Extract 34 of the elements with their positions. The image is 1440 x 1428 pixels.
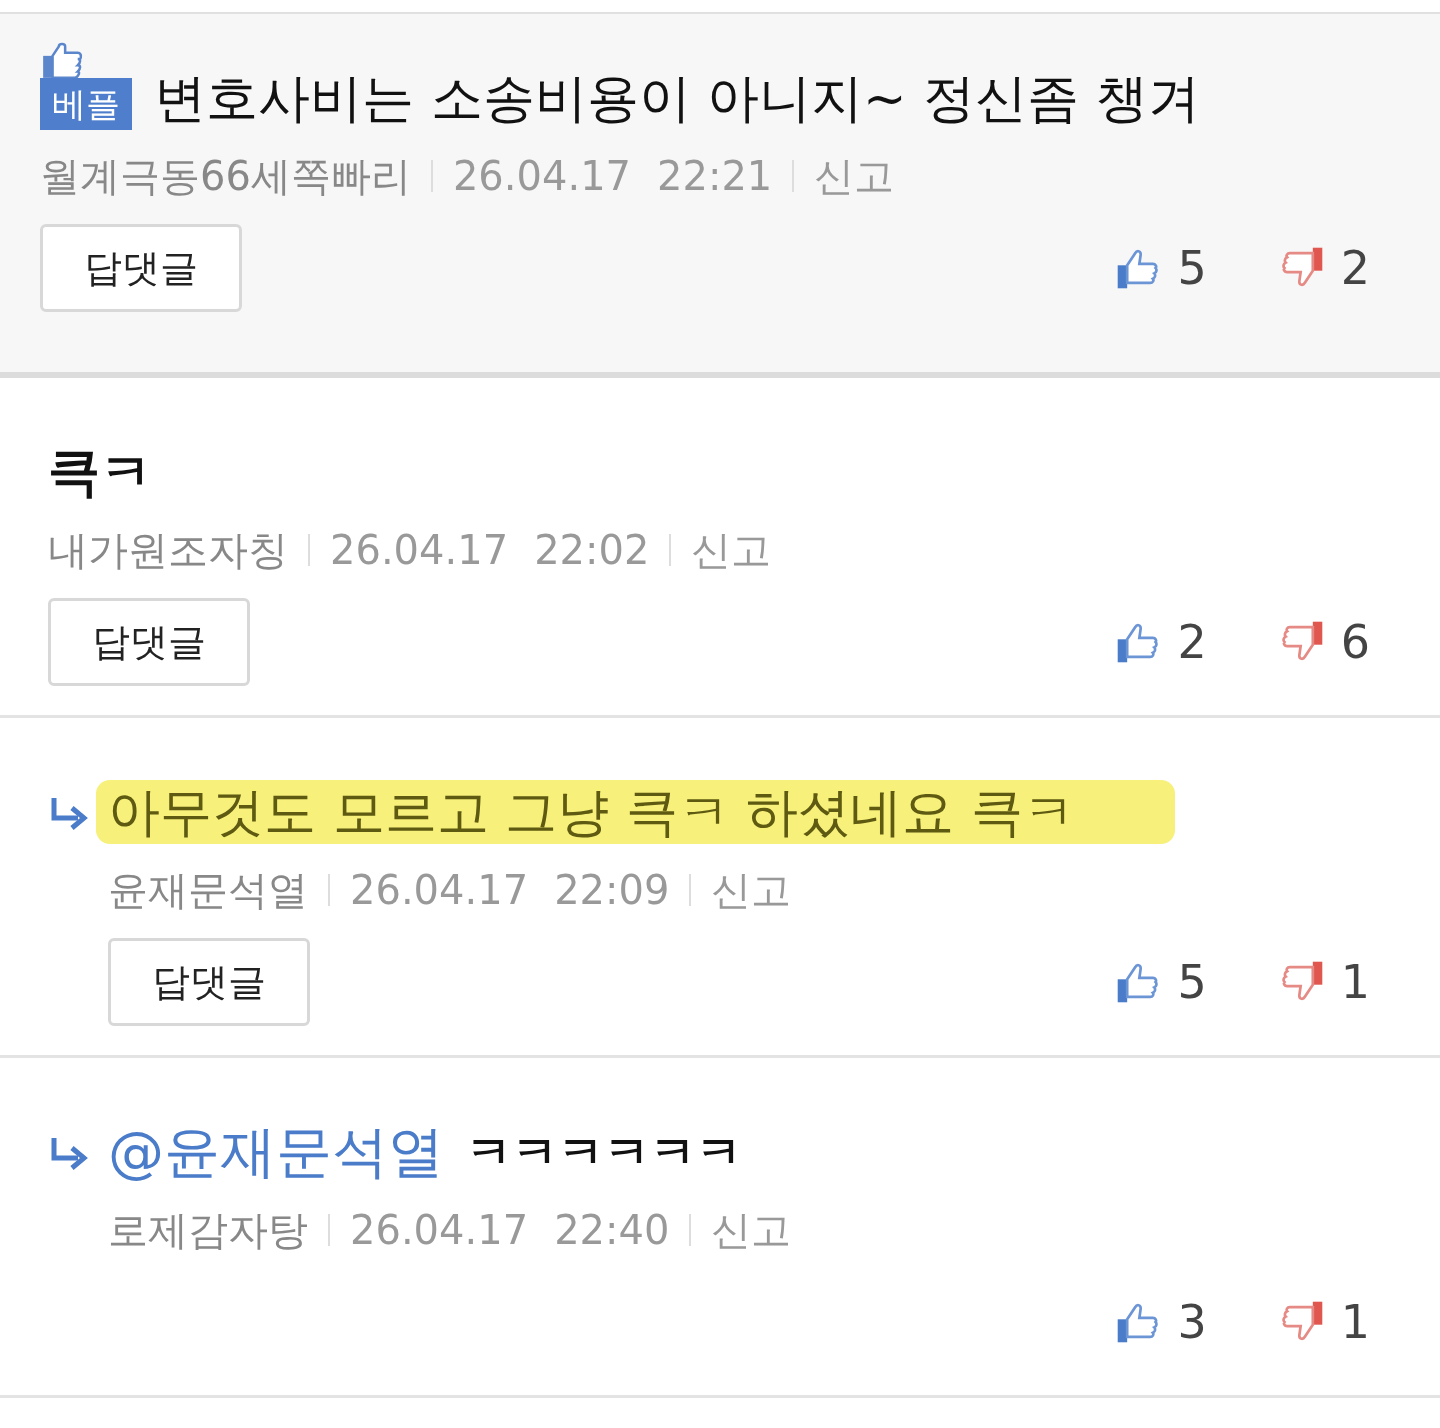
author-name[interactable]: 월계극동66세쪽빠리 (40, 150, 411, 202)
dislike-count: 1 (1340, 1295, 1370, 1349)
author-name[interactable]: 로제감자탕 (108, 1204, 308, 1256)
like-count: 2 (1177, 615, 1207, 669)
thumbs-up-icon (40, 40, 84, 78)
comment-text: 아무것도 모르고 그냥 큭ㅋ 하셨네요 큭ㅋ (96, 780, 1175, 844)
report-link[interactable]: 신고 (814, 150, 895, 202)
like-count: 3 (1177, 1295, 1207, 1349)
comment-date: 26.04.17 (452, 152, 632, 201)
comment-date: 26.04.17 (330, 526, 509, 575)
comment-date: 26.04.17 (350, 1206, 529, 1255)
comment-time: 22:40 (554, 1206, 670, 1255)
comment-text: 큭ㅋ (48, 441, 152, 504)
author-name[interactable]: 내가원조자칭 (48, 524, 288, 576)
best-badge: 베플 (40, 78, 132, 130)
comment-text: ㅋㅋㅋㅋㅋㅋ (466, 1124, 742, 1181)
comment-time: 22:21 (657, 152, 773, 201)
like-count: 5 (1177, 955, 1207, 1009)
dislike-count: 6 (1340, 615, 1370, 669)
reply-button[interactable]: 답댓글 (108, 938, 310, 1026)
comment-time: 22:02 (534, 526, 650, 575)
report-link[interactable]: 신고 (711, 864, 792, 916)
dislike-count: 1 (1340, 955, 1370, 1009)
author-name[interactable]: 윤재문석열 (108, 864, 308, 916)
comment-time: 22:09 (554, 866, 670, 915)
comment-date: 26.04.17 (350, 866, 529, 915)
comment-text: 변호사비는 소송비용이 아니지~ 정신좀 챙겨 (154, 67, 1200, 130)
mention-link[interactable]: @윤재문석열 (108, 1120, 444, 1184)
reply-button[interactable]: 답댓글 (40, 224, 242, 312)
dislike-count: 2 (1340, 241, 1370, 295)
report-link[interactable]: 신고 (711, 1204, 792, 1256)
report-link[interactable]: 신고 (691, 524, 772, 576)
like-count: 5 (1177, 241, 1207, 295)
reply-button[interactable]: 답댓글 (48, 598, 250, 686)
